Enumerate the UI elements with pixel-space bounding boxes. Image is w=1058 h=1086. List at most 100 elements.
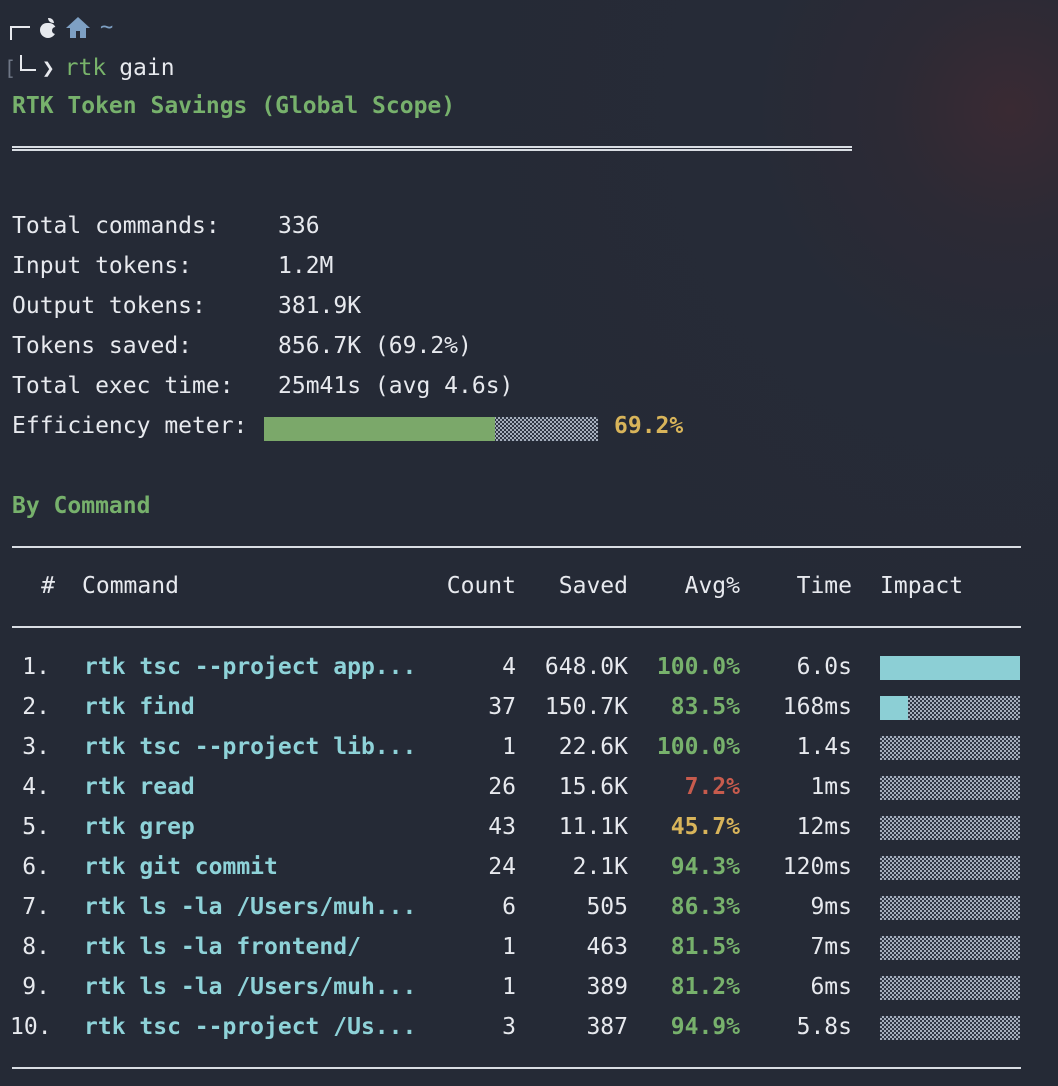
row-count: 43 <box>488 814 516 840</box>
efficiency-meter-fill <box>264 417 495 441</box>
row-number: 4. <box>22 774 50 800</box>
row-saved: 648.0K <box>544 654 628 680</box>
column-header-saved: Saved <box>558 573 628 599</box>
row-number: 9. <box>22 974 50 1000</box>
terminal-window: ~ [ ❯ rtk gain RTK Token Savings (Global… <box>0 0 1058 1086</box>
prompt-arrow: ❯ <box>42 56 55 80</box>
row-time: 1.4s <box>796 734 852 760</box>
row-impact-bar <box>880 976 1020 1000</box>
table-top-rule <box>12 546 1021 548</box>
row-avg-percent: 86.3% <box>670 894 740 920</box>
row-count: 1 <box>502 934 516 960</box>
row-command: rtk tsc --project lib... <box>84 734 417 760</box>
row-time: 120ms <box>782 854 852 880</box>
row-count: 1 <box>502 734 516 760</box>
row-command: rtk ls -la frontend/ <box>84 934 361 960</box>
row-command: rtk ls -la /Users/muh... <box>84 894 417 920</box>
row-count: 3 <box>502 1014 516 1040</box>
row-time: 5.8s <box>796 1014 852 1040</box>
row-saved: 463 <box>586 934 628 960</box>
row-impact-fill <box>880 656 1020 680</box>
row-avg-percent: 94.3% <box>670 854 740 880</box>
row-saved: 505 <box>586 894 628 920</box>
row-time: 6.0s <box>796 654 852 680</box>
row-impact-bar <box>880 856 1020 880</box>
row-avg-percent: 94.9% <box>670 1014 740 1040</box>
row-count: 24 <box>488 854 516 880</box>
row-number: 7. <box>22 894 50 920</box>
row-saved: 389 <box>586 974 628 1000</box>
row-time: 7ms <box>810 934 852 960</box>
efficiency-percent: 69.2% <box>614 413 684 439</box>
prompt-corner-top <box>10 26 30 40</box>
row-impact-bar <box>880 896 1020 920</box>
summary-value-output-tokens: 381.9K <box>278 293 362 319</box>
row-avg-percent: 81.5% <box>670 934 740 960</box>
row-impact-bar <box>880 936 1020 960</box>
row-impact-bar <box>880 816 1020 840</box>
row-count: 1 <box>502 974 516 1000</box>
column-header-number: # <box>41 573 55 599</box>
row-command: rtk tsc --project /Us... <box>84 1014 417 1040</box>
row-count: 26 <box>488 774 516 800</box>
row-number: 1. <box>22 654 50 680</box>
prompt-header: ~ <box>10 12 113 44</box>
row-command: rtk tsc --project app... <box>84 654 417 680</box>
row-number: 2. <box>22 694 50 720</box>
command-argument: gain <box>119 55 175 81</box>
prompt-corner-bottom <box>20 55 36 71</box>
summary-label-total-commands: Total commands: <box>12 213 220 239</box>
row-avg-percent: 45.7% <box>670 814 740 840</box>
apple-icon <box>40 18 59 38</box>
row-time: 6ms <box>810 974 852 1000</box>
row-impact-fill <box>880 696 908 720</box>
row-avg-percent: 81.2% <box>670 974 740 1000</box>
row-impact-bar <box>880 696 1020 720</box>
efficiency-meter-label: Efficiency meter: <box>12 413 248 439</box>
row-saved: 2.1K <box>572 854 628 880</box>
command-name: rtk <box>64 55 107 81</box>
row-number: 5. <box>22 814 50 840</box>
column-header-impact: Impact <box>880 573 964 599</box>
current-path: ~ <box>100 15 114 40</box>
row-saved: 22.6K <box>558 734 628 760</box>
row-impact-bar <box>880 776 1020 800</box>
prompt-bracket: [ <box>4 56 17 80</box>
row-saved: 11.1K <box>558 814 628 840</box>
row-time: 9ms <box>810 894 852 920</box>
row-command: rtk read <box>84 774 195 800</box>
row-impact-bar <box>880 656 1020 680</box>
summary-value-input-tokens: 1.2M <box>278 253 334 279</box>
summary-value-total-commands: 336 <box>278 213 320 239</box>
row-time: 168ms <box>782 694 852 720</box>
row-time: 12ms <box>796 814 852 840</box>
column-header-count: Count <box>446 573 516 599</box>
row-number: 8. <box>22 934 50 960</box>
row-avg-percent: 7.2% <box>684 774 740 800</box>
column-header-time: Time <box>796 573 852 599</box>
row-command: rtk find <box>84 694 195 720</box>
row-impact-bar <box>880 1016 1020 1040</box>
row-command: rtk git commit <box>84 854 278 880</box>
by-command-title: By Command <box>12 493 151 519</box>
summary-label-exec-time: Total exec time: <box>12 373 234 399</box>
summary-value-tokens-saved: 856.7K (69.2%) <box>278 333 472 359</box>
row-number: 6. <box>22 854 50 880</box>
row-avg-percent: 100.0% <box>656 654 740 680</box>
row-avg-percent: 83.5% <box>670 694 740 720</box>
row-count: 37 <box>488 694 516 720</box>
table-bottom-rule <box>12 1067 1021 1069</box>
row-impact-bar <box>880 736 1020 760</box>
summary-label-input-tokens: Input tokens: <box>12 253 193 279</box>
row-saved: 387 <box>586 1014 628 1040</box>
row-saved: 15.6K <box>558 774 628 800</box>
title-double-rule <box>12 146 852 151</box>
row-avg-percent: 100.0% <box>656 734 740 760</box>
column-header-command: Command <box>82 573 179 599</box>
prompt-input-line: [ ❯ rtk gain <box>4 53 175 83</box>
row-number: 10. <box>10 1014 52 1040</box>
row-count: 6 <box>502 894 516 920</box>
summary-value-exec-time: 25m41s (avg 4.6s) <box>278 373 514 399</box>
efficiency-meter <box>264 417 598 441</box>
table-header-rule <box>12 626 1021 628</box>
